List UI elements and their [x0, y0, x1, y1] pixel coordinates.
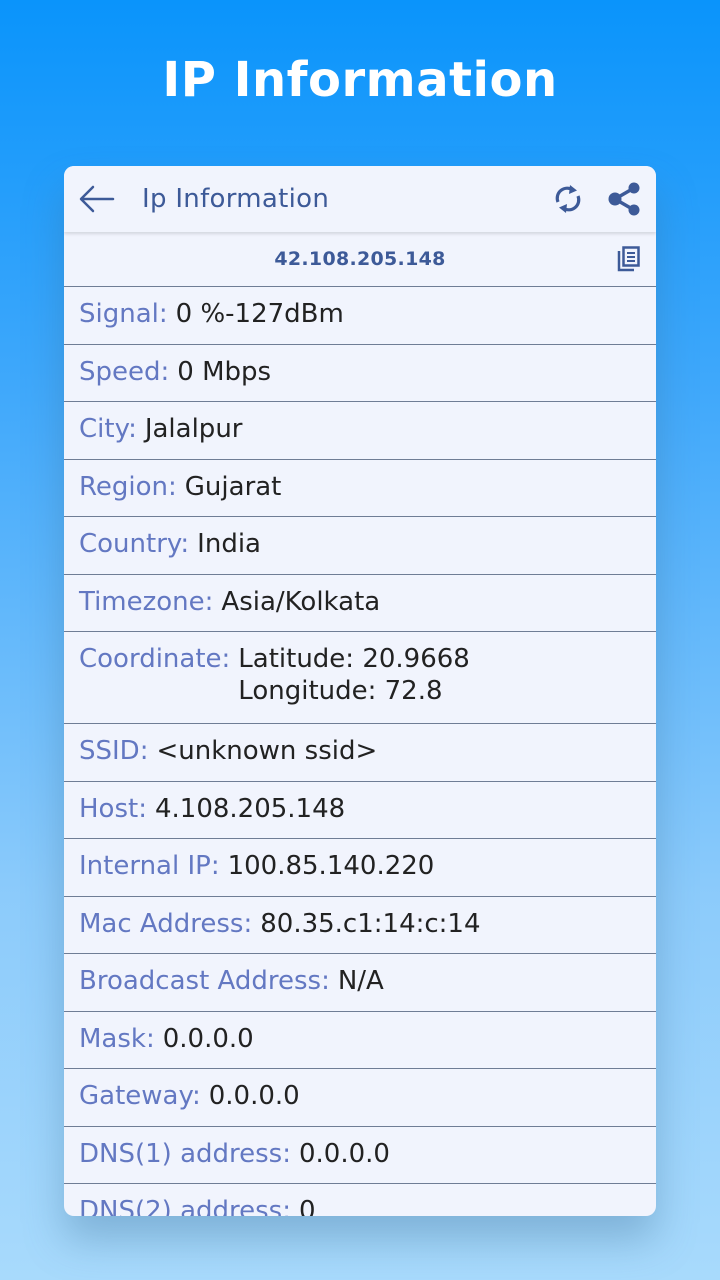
app-bar: Ip Information — [64, 166, 656, 232]
app-title: Ip Information — [142, 184, 330, 214]
info-row-country: Country: India — [64, 517, 656, 575]
share-button[interactable] — [596, 166, 652, 232]
info-row-host: Host: 4.108.205.148 — [64, 782, 656, 839]
row-label: Host: — [79, 793, 147, 824]
row-value: Gujarat — [184, 471, 282, 502]
promo-title: IP Information — [162, 52, 558, 108]
back-button[interactable] — [64, 166, 130, 232]
refresh-icon — [555, 185, 581, 213]
row-label: Mask: — [79, 1023, 155, 1054]
row-label: Broadcast Address: — [79, 966, 330, 996]
arrow-left-icon — [79, 185, 115, 213]
row-value: Jalalpur — [144, 414, 243, 444]
info-row-dns1: DNS(1) address: 0.0.0.0 — [64, 1127, 656, 1184]
row-label: Timezone: — [79, 586, 214, 617]
row-value: 0.0.0.0 — [298, 1138, 390, 1169]
info-row-region: Region: Gujarat — [64, 460, 656, 517]
row-value: Asia/Kolkata — [221, 586, 381, 617]
longitude-value: Longitude: 72.8 — [238, 676, 443, 706]
latitude-value: Latitude: 20.9668 — [238, 644, 470, 674]
coordinate-values: Latitude: 20.9668 Longitude: 72.8 — [238, 643, 470, 707]
row-label: SSID: — [79, 736, 149, 766]
info-row-mask: Mask: 0.0.0.0 — [64, 1012, 656, 1069]
info-row-city: City: Jalalpur — [64, 402, 656, 460]
row-value: 0.0.0.0 — [208, 1081, 300, 1111]
row-value: 100.85.140.220 — [227, 851, 435, 881]
refresh-button[interactable] — [540, 166, 596, 232]
row-label: Gateway: — [79, 1081, 201, 1111]
info-row-signal: Signal: 0 %-127dBm — [64, 287, 656, 345]
ip-address-row: 42.108.205.148 — [64, 232, 656, 287]
row-value: 0.0.0.0 — [162, 1023, 254, 1054]
copy-icon — [617, 246, 640, 272]
row-value: 80.35.c1:14:c:14 — [260, 908, 481, 939]
info-row-coordinate: Coordinate: Latitude: 20.9668 Longitude:… — [64, 632, 656, 724]
row-value: 0 — [298, 1196, 316, 1216]
row-label: Speed: — [79, 356, 170, 387]
row-label: City: — [79, 414, 137, 444]
copy-button[interactable] — [614, 244, 644, 274]
info-row-broadcast-address: Broadcast Address: N/A — [64, 954, 656, 1012]
row-value: 4.108.205.148 — [154, 793, 346, 824]
row-label: DNS(2) address: — [79, 1196, 291, 1216]
info-list: Signal: 0 %-127dBm Speed: 0 Mbps City: J… — [64, 287, 656, 1216]
row-label: DNS(1) address: — [79, 1138, 291, 1169]
info-row-internal-ip: Internal IP: 100.85.140.220 — [64, 839, 656, 897]
row-label: Country: — [79, 529, 190, 559]
info-row-gateway: Gateway: 0.0.0.0 — [64, 1069, 656, 1127]
info-row-mac-address: Mac Address: 80.35.c1:14:c:14 — [64, 897, 656, 954]
row-value: <unknown ssid> — [156, 736, 378, 766]
row-value: 0 %-127dBm — [175, 299, 344, 329]
info-row-speed: Speed: 0 Mbps — [64, 345, 656, 402]
info-row-timezone: Timezone: Asia/Kolkata — [64, 575, 656, 632]
row-label: Internal IP: — [79, 851, 220, 881]
row-label: Region: — [79, 471, 177, 502]
share-icon — [608, 182, 640, 216]
row-value: 0 Mbps — [177, 356, 272, 387]
row-label: Mac Address: — [79, 908, 253, 939]
info-row-ssid: SSID: <unknown ssid> — [64, 724, 656, 782]
row-label: Coordinate: — [79, 644, 231, 674]
row-value: India — [197, 529, 261, 559]
info-row-dns2: DNS(2) address: 0 — [64, 1184, 656, 1216]
ip-address: 42.108.205.148 — [274, 248, 446, 270]
ip-info-card: Ip Information 42.108.205.148 Signal: 0 … — [64, 166, 656, 1216]
row-value: N/A — [337, 966, 384, 996]
row-label: Signal: — [79, 299, 168, 329]
